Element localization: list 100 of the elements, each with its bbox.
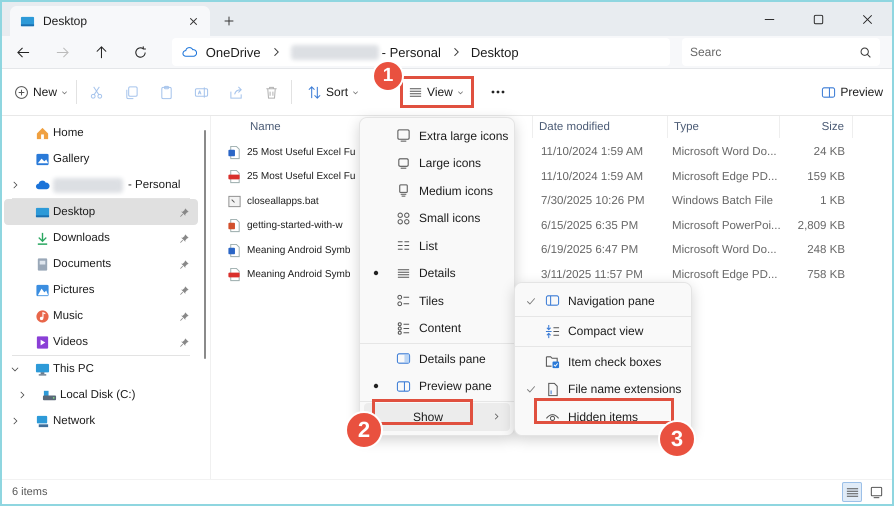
menu-item[interactable]: Extra large icons [364,122,510,150]
file-name[interactable]: Meaning Android Symb [247,244,350,256]
table-cell-text: 159 KB [806,170,846,183]
pin-icon[interactable] [179,206,190,218]
breadcrumb-item[interactable]: OneDrive [206,44,261,60]
file-name[interactable]: closeallapps.bat [247,196,319,207]
column-header[interactable]: Date modified [533,116,668,138]
sidebar-item[interactable]: Music [4,303,198,329]
file-name[interactable]: Meaning Android Symb [247,269,350,280]
content-icon [396,320,411,336]
grid-icon [396,210,411,226]
view-toggle-button[interactable] [842,482,862,502]
item-count: 6 items [12,486,48,498]
sidebar-item[interactable]: Network [4,408,198,434]
compact-icon [545,324,560,339]
table-cell-text: 24 KB [812,146,846,158]
breadcrumb-item[interactable]: Desktop [470,44,519,60]
search-field[interactable]: Searc [682,38,880,66]
toolbar-button[interactable]: Sort [304,81,362,103]
scrollbar[interactable] [204,130,206,359]
menu-item[interactable]: Content [364,314,510,342]
word-file-icon [227,242,242,258]
file-name[interactable]: getting-started-with-w [247,220,343,232]
file-name[interactable]: 25 Most Useful Excel Fu [247,171,356,182]
image-icon [35,152,50,166]
slides-file-icon [227,218,242,234]
pdf-file-icon [227,169,242,184]
pane-icon [545,293,560,308]
sidebar-item[interactable]: Gallery [4,146,198,172]
table-cell-text: 3/11/2025 11:57 PM [540,268,644,281]
column-header[interactable]: Size [780,116,853,138]
menu-item[interactable]: Details [364,260,510,287]
table-cell-text: Microsoft Edge PD... [671,170,778,183]
scissors-icon [89,84,104,100]
back-arrow-icon[interactable] [16,44,31,60]
table-cell-text: 7/30/2025 10:26 PM [540,195,646,208]
table-cell-text: 11/10/2024 1:59 AM [540,170,644,183]
menu-item[interactable]: Compact view [519,318,687,345]
menu-item[interactable]: Medium icons [364,177,510,204]
forward-arrow-icon[interactable] [54,44,70,60]
menu-item[interactable]: Small icons [364,204,510,232]
table-cell-text: Microsoft Edge PD... [671,268,778,281]
sidebar-item[interactable]: Desktop [4,199,198,225]
sidebar-item[interactable]: Downloads [4,225,198,251]
menu-item[interactable]: Tiles [364,287,510,314]
menu-item[interactable]: Details pane [364,345,510,372]
home-icon [35,126,50,140]
rename-icon [194,84,210,100]
sidebar-item[interactable]: Pictures [4,277,198,303]
folder-check-icon [545,354,560,370]
pane-icon [396,351,411,366]
pin-icon[interactable] [179,258,190,270]
cloud-icon [35,178,50,192]
table-cell-text: 11/10/2024 1:59 AM [540,146,644,158]
sidebar-item[interactable]: This PC [4,356,198,382]
sidebar-item[interactable]: Videos [4,329,198,355]
pane-icon [396,378,411,394]
sidebar-item[interactable]: Home [4,120,198,146]
toolbar-button[interactable]: New [8,81,74,103]
preview-button[interactable]: Preview [818,81,886,103]
menu-item[interactable]: List [364,232,510,260]
table-cell-text: 6/19/2025 6:47 PM [540,244,640,256]
menu-item[interactable]: Preview pane [364,372,510,400]
sidebar-item[interactable]: Local Disk (C:) [4,382,198,408]
clipboard-icon [159,84,174,100]
video-icon [35,334,50,350]
search-icon [858,46,872,58]
pin-icon[interactable] [179,336,190,348]
plus-circle-icon [14,84,29,100]
menu-item[interactable]: File name extensions [519,376,687,403]
monitor-icon [396,128,411,144]
monitor-icon [396,183,411,198]
network-icon [35,414,50,428]
toolbar-button[interactable]: View [405,81,467,103]
add-icon[interactable] [222,14,236,28]
menu-item[interactable]: Item check boxes [519,348,687,376]
refresh-icon[interactable] [132,44,148,60]
breadcrumb-item[interactable]: - Personal [382,44,441,60]
monitor-icon [868,484,884,500]
step-number-badge: 2 [345,411,383,449]
script-file-icon [227,194,242,209]
window-tab[interactable]: Desktop [10,6,210,36]
up-arrow-icon[interactable] [94,44,109,60]
column-header[interactable]: Type [668,116,780,138]
menu-item[interactable]: Navigation pane [519,287,687,314]
step-number-badge: 3 [658,420,696,458]
download-icon [35,230,50,246]
pin-icon[interactable] [179,284,190,296]
computer-icon [35,362,50,376]
copy-icon [124,84,140,100]
pin-icon[interactable] [179,310,190,322]
table-cell-text: Microsoft Word Do... [671,146,778,158]
sidebar-item[interactable]: - Personal [4,172,198,198]
address-bar[interactable]: OneDrive - Personal Desktop [172,38,670,66]
table-cell-text: Microsoft Word Do... [671,244,778,256]
sort-icon [307,84,322,100]
sidebar-item[interactable]: Documents [4,251,198,277]
pin-icon[interactable] [179,232,190,244]
menu-item[interactable]: Large icons [364,150,510,177]
file-name[interactable]: 25 Most Useful Excel Fu [247,146,356,158]
